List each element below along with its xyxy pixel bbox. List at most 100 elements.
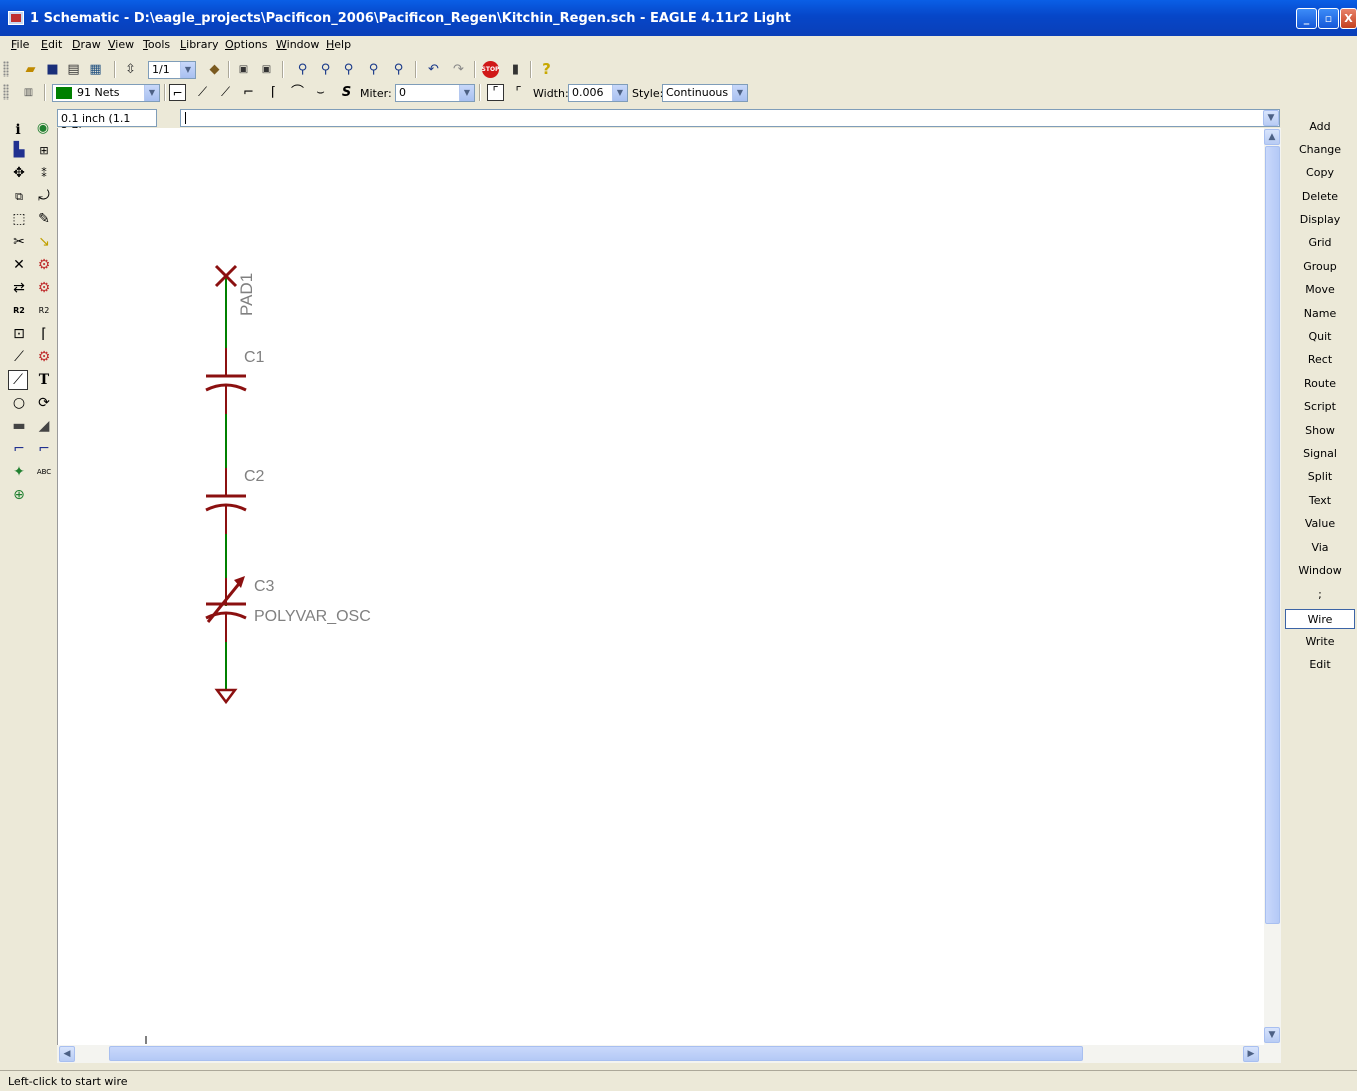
wire-bend-spline-icon[interactable]: S: [338, 84, 355, 101]
undo-icon[interactable]: ↶: [425, 61, 442, 78]
sheet-icon[interactable]: ⇳: [122, 61, 139, 78]
cmd-split[interactable]: Split: [1285, 467, 1355, 487]
delete-icon[interactable]: ✕: [9, 255, 29, 275]
rotate-icon[interactable]: ⤾: [34, 186, 54, 206]
zoom-select-icon[interactable]: ⚲: [390, 61, 407, 78]
cmd-quit[interactable]: Quit: [1285, 327, 1355, 347]
layer-select[interactable]: 91 Nets ▼: [52, 84, 160, 102]
miter-icon[interactable]: ⌈: [34, 324, 54, 344]
invoke-icon[interactable]: ⚙: [34, 347, 54, 367]
chevron-down-icon[interactable]: ▼: [1263, 110, 1279, 126]
bus-icon[interactable]: ⌐: [9, 439, 29, 459]
minimize-button[interactable]: _: [1296, 8, 1317, 29]
menu-edit[interactable]: Edit: [41, 38, 62, 51]
wire-icon[interactable]: ⟋: [8, 370, 28, 390]
miter-round-icon[interactable]: ⌜: [487, 84, 504, 101]
menu-window[interactable]: Window: [276, 38, 319, 51]
style-select[interactable]: Continuous ▼: [662, 84, 748, 102]
chevron-down-icon[interactable]: ▼: [144, 85, 159, 101]
cmd-rect[interactable]: Rect: [1285, 350, 1355, 370]
go-icon[interactable]: ▮: [507, 61, 524, 78]
vertical-scroll-thumb[interactable]: [1265, 146, 1280, 924]
redraw-icon[interactable]: ⚲: [365, 61, 382, 78]
cmd-value[interactable]: Value: [1285, 514, 1355, 534]
wire-bend-straight-icon[interactable]: ⟋: [217, 84, 234, 101]
erc-icon[interactable]: ⊕: [9, 485, 29, 505]
show-icon[interactable]: ◉: [33, 118, 53, 138]
chevron-down-icon[interactable]: ▼: [180, 62, 195, 78]
zoom-in-icon[interactable]: ⚲: [317, 61, 334, 78]
wire-bend-45a-icon[interactable]: ⟋: [194, 84, 211, 101]
menu-library[interactable]: Library: [180, 38, 218, 51]
wire-bend-arc-icon[interactable]: ⌒: [289, 84, 306, 101]
cmd-name[interactable]: Name: [1285, 304, 1355, 324]
menu-options[interactable]: Options: [225, 38, 267, 51]
cmd-semicolon[interactable]: ;: [1285, 585, 1355, 605]
open-icon[interactable]: ▰: [22, 61, 39, 78]
miter-straight-icon[interactable]: ⌜: [510, 84, 527, 101]
maximize-button[interactable]: ▫: [1318, 8, 1339, 29]
cmd-signal[interactable]: Signal: [1285, 444, 1355, 464]
chevron-down-icon[interactable]: ▼: [732, 85, 747, 101]
run-ulp-icon[interactable]: ▣: [258, 61, 275, 78]
cmd-edit[interactable]: Edit: [1285, 655, 1355, 675]
cmd-copy[interactable]: Copy: [1285, 163, 1355, 183]
help-icon[interactable]: ?: [538, 61, 555, 78]
smash-icon[interactable]: ⊡: [9, 324, 29, 344]
cmd-grid[interactable]: Grid: [1285, 233, 1355, 253]
horizontal-scroll-thumb[interactable]: [109, 1046, 1083, 1061]
cmd-script[interactable]: Script: [1285, 397, 1355, 417]
cmd-window[interactable]: Window: [1285, 561, 1355, 581]
arc-icon[interactable]: ⟳: [34, 393, 54, 413]
save-icon[interactable]: ■: [44, 61, 61, 78]
cmd-show[interactable]: Show: [1285, 421, 1355, 441]
run-script-icon[interactable]: ▣: [235, 61, 252, 78]
circle-icon[interactable]: ○: [9, 393, 29, 413]
schematic-canvas[interactable]: PAD1 C1 C2 C3 POLYVAR_OSC: [57, 128, 1264, 1045]
grid-icon[interactable]: ▥: [20, 84, 37, 101]
menu-help[interactable]: Help: [326, 38, 351, 51]
toolbar-grip[interactable]: [3, 61, 9, 77]
pinswap-icon[interactable]: ⇄: [9, 278, 29, 298]
width-input[interactable]: 0.006 ▼: [568, 84, 628, 102]
display-icon[interactable]: ▙: [9, 140, 29, 160]
menu-view[interactable]: View: [108, 38, 134, 51]
chevron-up-icon[interactable]: ▲: [1264, 129, 1280, 145]
cmd-change[interactable]: Change: [1285, 140, 1355, 160]
net-icon[interactable]: ⌐: [34, 439, 54, 459]
vertical-scrollbar[interactable]: ▲ ▼: [1264, 128, 1281, 1045]
chevron-down-icon[interactable]: ▼: [1264, 1027, 1280, 1043]
wire-bend-90b-icon[interactable]: ⌈: [265, 84, 282, 101]
copy-icon[interactable]: ⁑: [34, 163, 54, 183]
move-icon[interactable]: ✥: [9, 163, 29, 183]
group-icon[interactable]: ⬚: [9, 209, 29, 229]
print-icon[interactable]: ▤: [65, 61, 82, 78]
cam-icon[interactable]: ▦: [87, 61, 104, 78]
cmd-text[interactable]: Text: [1285, 491, 1355, 511]
cmd-write[interactable]: Write: [1285, 632, 1355, 652]
paste-icon[interactable]: ↘: [34, 232, 54, 252]
wire-bend-90-icon[interactable]: ⌐: [169, 84, 186, 101]
info-icon[interactable]: i: [8, 120, 28, 140]
menu-tools[interactable]: Tools: [143, 38, 170, 51]
cmd-route[interactable]: Route: [1285, 374, 1355, 394]
junction-icon[interactable]: ✦: [9, 462, 29, 482]
label-icon[interactable]: ABC: [34, 462, 54, 482]
cmd-group[interactable]: Group: [1285, 257, 1355, 277]
text-icon[interactable]: T: [34, 370, 54, 390]
wire-bend-45b-icon[interactable]: ⌐: [240, 84, 257, 101]
cut-icon[interactable]: ✂: [9, 232, 29, 252]
cmd-display[interactable]: Display: [1285, 210, 1355, 230]
close-button[interactable]: X: [1340, 8, 1357, 29]
zoom-out-icon[interactable]: ⚲: [340, 61, 357, 78]
menu-draw[interactable]: Draw: [72, 38, 101, 51]
chevron-down-icon[interactable]: ▼: [459, 85, 474, 101]
split-icon[interactable]: ⟋: [9, 347, 29, 367]
variable-capacitor-c3[interactable]: [205, 576, 247, 642]
add-icon[interactable]: ⚙: [34, 255, 54, 275]
change-icon[interactable]: ✎: [34, 209, 54, 229]
redo-icon[interactable]: ↷: [450, 61, 467, 78]
capacitor-c2[interactable]: [205, 468, 247, 534]
stop-icon[interactable]: STOP: [482, 61, 499, 78]
menu-file[interactable]: File: [11, 38, 29, 51]
